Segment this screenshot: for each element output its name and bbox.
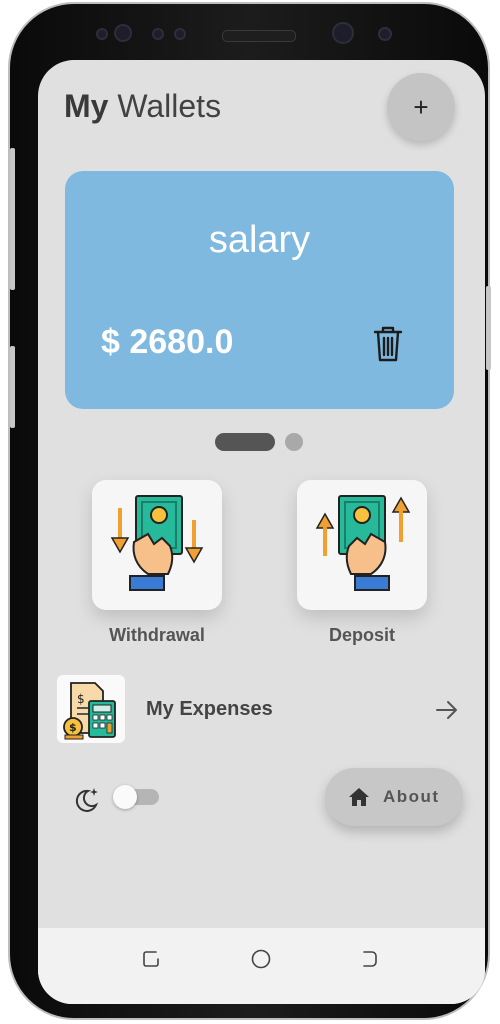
front-camera [332, 22, 354, 44]
wallet-balance: $ 2680.0 [101, 323, 234, 361]
about-button[interactable]: About [325, 768, 463, 826]
page-indicator [215, 433, 303, 451]
withdrawal-button[interactable] [92, 480, 222, 610]
sensor-dot [378, 27, 392, 41]
page-title: My Wallets [64, 88, 222, 124]
plus-icon: + [413, 91, 429, 122]
sensor-dot [174, 28, 186, 40]
speaker-grille [222, 30, 296, 42]
deposit-button[interactable] [297, 480, 427, 610]
dark-mode-toggle[interactable] [113, 785, 159, 809]
sensor-dot [152, 28, 164, 40]
svg-text:$: $ [69, 721, 77, 734]
deposit-icon [315, 495, 411, 591]
system-nav-bar [38, 928, 485, 1004]
svg-text:$: $ [77, 692, 85, 706]
phone-frame: My Wallets + salary $ 2680.0 Withdrawal … [8, 2, 490, 1020]
page-dot-active[interactable] [215, 433, 275, 451]
expenses-label[interactable]: My Expenses [146, 698, 273, 721]
sensor-dot [96, 28, 108, 40]
back-icon[interactable] [358, 948, 380, 970]
side-button [10, 346, 15, 428]
home-icon [349, 788, 369, 806]
wallet-name: salary [208, 219, 311, 261]
app-screen: My Wallets + salary $ 2680.0 Withdrawal … [38, 60, 485, 1004]
recents-icon[interactable] [140, 948, 162, 970]
power-button [486, 286, 491, 370]
deposit-label: Deposit [328, 625, 395, 645]
side-button [10, 148, 15, 290]
trash-icon[interactable] [371, 325, 405, 363]
toggle-knob [113, 785, 137, 809]
sensor-dot [114, 24, 132, 42]
wallet-card[interactable]: salary $ 2680.0 [65, 171, 454, 409]
expenses-icon[interactable]: $ $ [57, 675, 125, 743]
arrow-right-icon[interactable] [435, 700, 459, 720]
home-nav-icon[interactable] [250, 948, 272, 970]
calculator-receipt-icon: $ $ [63, 682, 116, 740]
withdrawal-label: Withdrawal [109, 625, 205, 645]
withdrawal-icon [110, 495, 204, 591]
page-dot[interactable] [285, 433, 303, 451]
add-wallet-button[interactable]: + [387, 73, 455, 141]
moon-icon [75, 788, 99, 812]
about-label: About [383, 787, 440, 806]
